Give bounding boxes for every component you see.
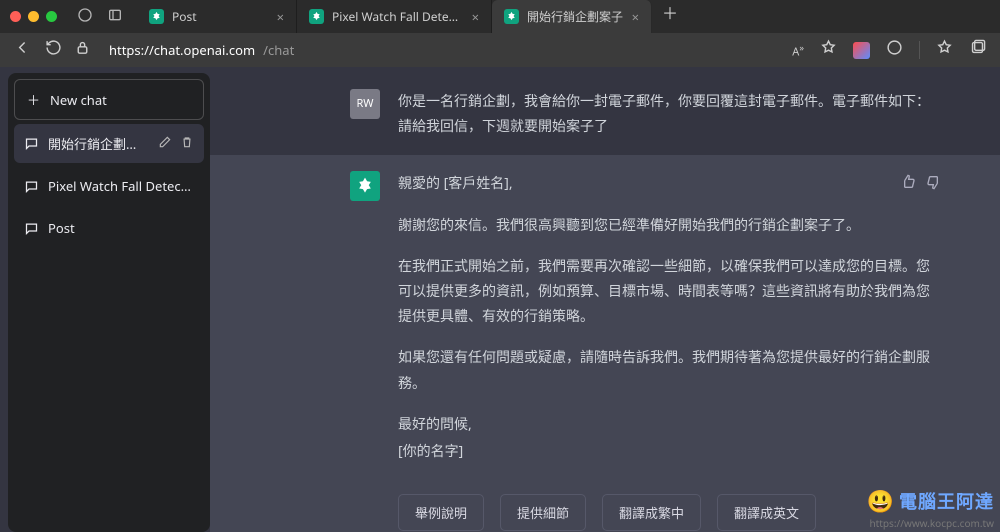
message-text: 親愛的 [客戶姓名], 謝謝您的來信。我們很高興聽到您已經準備好開始我們的行銷企…: [398, 171, 940, 531]
close-window-button[interactable]: [10, 11, 21, 22]
new-chat-button[interactable]: ＋ New chat: [14, 79, 204, 120]
delete-icon[interactable]: [180, 135, 194, 153]
tab-label: 開始行銷企劃案子: [527, 8, 624, 25]
watermark: 😃 電腦王阿達 https://www.kocpc.com.tw: [867, 486, 994, 530]
openai-favicon-icon: [309, 9, 324, 24]
minimize-window-button[interactable]: [28, 11, 39, 22]
message-user: RW 你是一名行銷企劃，我會給你一封電子郵件，你要回覆這封電子郵件。電子郵件如下…: [210, 73, 1000, 155]
user-avatar: RW: [350, 89, 380, 119]
chat-icon: [24, 179, 39, 194]
window-controls: [10, 11, 57, 22]
feedback-buttons: [900, 173, 942, 198]
close-tab-icon[interactable]: ×: [632, 8, 639, 26]
chat-icon: [24, 221, 39, 236]
message-assistant: 親愛的 [客戶姓名], 謝謝您的來信。我們很高興聽到您已經準備好開始我們的行銷企…: [210, 155, 1000, 532]
toolbar-divider: [919, 41, 920, 59]
sidebar-toggle-icon[interactable]: [107, 6, 123, 28]
chat-main: RW 你是一名行銷企劃，我會給你一封電子郵件，你要回覆這封電子郵件。電子郵件如下…: [210, 73, 1000, 532]
tab-label: Post: [172, 8, 269, 25]
browser-tab[interactable]: Pixel Watch Fall Detection. ×: [297, 0, 492, 33]
thumbs-down-icon[interactable]: [926, 173, 942, 198]
favorites-icon[interactable]: [936, 39, 953, 61]
plus-icon: ＋: [27, 90, 40, 109]
chat-icon: [24, 136, 39, 151]
sidebar-item-conversation[interactable]: Post: [14, 209, 204, 247]
browser-titlebar: Post × Pixel Watch Fall Detection. × 開始行…: [0, 0, 1000, 33]
thumbs-up-icon[interactable]: [900, 173, 916, 198]
openai-favicon-icon: [149, 9, 164, 24]
browser-tab[interactable]: 開始行銷企劃案子 ×: [492, 0, 652, 33]
message-text: 你是一名行銷企劃，我會給你一封電子郵件，你要回覆這封電子郵件。電子郵件如下：請給…: [398, 89, 940, 139]
suggestion-button[interactable]: 舉例說明: [398, 494, 484, 531]
assistant-avatar-icon: [350, 171, 380, 201]
browser-address-bar: https://chat.openai.com/chat A»: [0, 33, 1000, 67]
browser-tabs: Post × Pixel Watch Fall Detection. × 開始行…: [137, 0, 990, 33]
close-tab-icon[interactable]: ×: [472, 8, 479, 26]
extension-icon[interactable]: [853, 42, 870, 59]
suggestion-button[interactable]: 翻譯成繁中: [602, 494, 701, 531]
tab-label: Pixel Watch Fall Detection.: [332, 8, 464, 25]
suggestion-button[interactable]: 翻譯成英文: [717, 494, 816, 531]
back-button[interactable]: [14, 39, 31, 61]
app-frame: ＋ New chat 開始行銷企劃案子 Pixel Watch Fall Det…: [0, 67, 1000, 532]
collections-icon[interactable]: [969, 39, 986, 61]
bookmark-icon[interactable]: [820, 39, 837, 61]
new-chat-label: New chat: [50, 91, 107, 109]
url-field[interactable]: https://chat.openai.com/chat: [109, 41, 294, 59]
sidebar: ＋ New chat 開始行銷企劃案子 Pixel Watch Fall Det…: [8, 73, 210, 532]
new-tab-button[interactable]: ＋: [652, 0, 688, 33]
site-lock-icon[interactable]: [74, 39, 91, 61]
sidebar-item-label: Post: [48, 219, 194, 237]
suggestion-button[interactable]: 提供細節: [500, 494, 586, 531]
sidebar-item-label: 開始行銷企劃案子: [48, 134, 149, 153]
refresh-button[interactable]: [45, 39, 62, 61]
openai-favicon-icon: [504, 9, 519, 24]
zoom-window-button[interactable]: [46, 11, 57, 22]
edit-icon[interactable]: [158, 135, 172, 153]
url-host: https://chat.openai.com: [109, 41, 255, 59]
browser-tab[interactable]: Post ×: [137, 0, 297, 33]
profile-icon[interactable]: [77, 6, 93, 28]
url-path: /chat: [263, 41, 294, 59]
sidebar-item-conversation[interactable]: 開始行銷企劃案子: [14, 124, 204, 163]
sidebar-item-label: Pixel Watch Fall Detection.: [48, 177, 194, 195]
more-extension-icon[interactable]: [886, 39, 903, 61]
sidebar-item-conversation[interactable]: Pixel Watch Fall Detection.: [14, 167, 204, 205]
close-tab-icon[interactable]: ×: [277, 8, 284, 26]
suggestion-row: 舉例說明 提供細節 翻譯成繁中 翻譯成英文: [398, 480, 940, 531]
read-aloud-icon[interactable]: A»: [792, 41, 804, 60]
watermark-mascot-icon: 😃: [867, 486, 895, 516]
